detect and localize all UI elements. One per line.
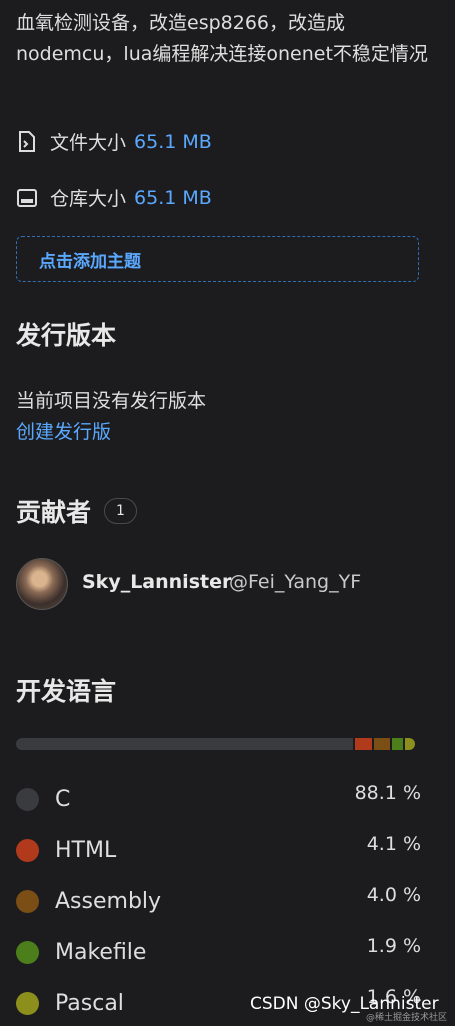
language-color-dot bbox=[16, 992, 39, 1015]
language-color-dot bbox=[16, 839, 39, 862]
language-color-dot bbox=[16, 890, 39, 913]
create-release-link[interactable]: 创建发行版 bbox=[16, 417, 111, 444]
language-color-dot bbox=[16, 788, 39, 811]
language-percent: 4.0 % bbox=[366, 884, 421, 906]
language-row: Makefile 1.9 % bbox=[16, 935, 421, 969]
language-name: Assembly bbox=[55, 889, 162, 914]
language-percent: 88.1 % bbox=[354, 782, 421, 804]
contributor-name[interactable]: Sky_Lannister bbox=[82, 571, 231, 593]
language-name: Pascal bbox=[55, 991, 124, 1016]
repo-size-value: 65.1 MB bbox=[134, 186, 212, 209]
repo-description: 血氧检测设备，改造esp8266，改造成nodemcu，lua编程解决连接one… bbox=[16, 12, 428, 65]
language-name: HTML bbox=[55, 838, 117, 863]
storage-icon bbox=[16, 187, 38, 209]
language-bar-segment-makefile bbox=[392, 738, 403, 750]
language-bar-segment-assembly bbox=[374, 738, 390, 750]
file-size-value: 65.1 MB bbox=[134, 130, 212, 153]
contributor-handle[interactable]: @Fei_Yang_YF bbox=[229, 571, 361, 593]
language-row: HTML 4.1 % bbox=[16, 833, 421, 867]
language-bar-segment-pascal bbox=[405, 738, 415, 750]
file-size-row: 文件大小 65.1 MB bbox=[16, 128, 212, 155]
language-bar bbox=[16, 738, 421, 750]
no-releases-text: 当前项目没有发行版本 bbox=[16, 390, 207, 412]
add-topic-button[interactable]: 点击添加主题 bbox=[16, 236, 419, 282]
watermark-small-text: @稀土掘金技术社区 bbox=[366, 1013, 448, 1023]
languages-title: 开发语言 bbox=[16, 677, 117, 706]
language-row: C 88.1 % bbox=[16, 782, 421, 816]
contributor-avatar[interactable] bbox=[16, 558, 68, 610]
language-bar-segment-html bbox=[355, 738, 372, 750]
contributors-title: 贡献者 bbox=[16, 498, 92, 527]
language-percent: 4.1 % bbox=[366, 833, 421, 855]
language-percent: 1.9 % bbox=[366, 935, 421, 957]
repo-size-label: 仓库大小 bbox=[50, 188, 127, 210]
file-code-icon bbox=[16, 130, 38, 153]
contributors-count-badge: 1 bbox=[104, 498, 137, 524]
repo-size-row: 仓库大小 65.1 MB bbox=[16, 184, 212, 211]
language-row: Assembly 4.0 % bbox=[16, 884, 421, 918]
language-name: Makefile bbox=[55, 940, 147, 965]
language-name: C bbox=[55, 787, 71, 812]
file-size-label: 文件大小 bbox=[50, 132, 127, 154]
language-bar-segment-c bbox=[16, 738, 353, 750]
language-color-dot bbox=[16, 941, 39, 964]
releases-title: 发行版本 bbox=[16, 321, 117, 350]
